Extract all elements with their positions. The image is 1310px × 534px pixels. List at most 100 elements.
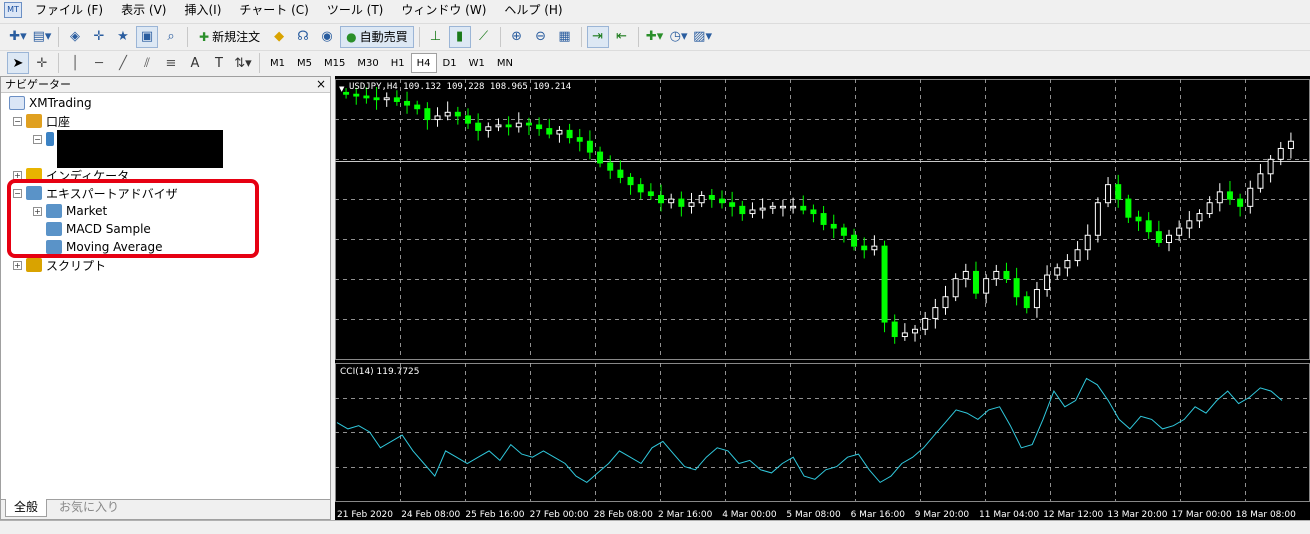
- navigator-toggle-icon[interactable]: ★: [112, 26, 134, 48]
- arrows-icon[interactable]: ⇅▾: [232, 52, 254, 74]
- collapse-icon[interactable]: −: [13, 188, 22, 198]
- collapse-icon[interactable]: −: [33, 134, 42, 144]
- time-axis-label: 25 Feb 16:00: [465, 510, 524, 520]
- new-chart-icon[interactable]: ✚▾: [7, 26, 29, 48]
- bear-candle: [1237, 198, 1244, 207]
- expand-icon[interactable]: +: [33, 206, 42, 216]
- zoom-in-icon[interactable]: ⊕: [506, 26, 528, 48]
- bear-candle: [546, 128, 553, 135]
- tree-accounts[interactable]: − 口座: [13, 112, 70, 130]
- time-axis-label: 4 Mar 00:00: [722, 510, 777, 520]
- menu-chart[interactable]: チャート (C): [230, 0, 317, 20]
- menu-insert[interactable]: 挿入(I): [175, 0, 230, 20]
- bull-candle: [942, 296, 949, 309]
- accounts-icon: [26, 114, 42, 128]
- candlestick-icon[interactable]: ▮: [448, 25, 471, 48]
- timeframe-m30[interactable]: M30: [351, 53, 384, 73]
- cursor-icon[interactable]: ➤: [7, 52, 29, 74]
- bear-candle: [454, 111, 461, 117]
- menu-file[interactable]: ファイル (F): [26, 0, 112, 20]
- expand-icon[interactable]: +: [13, 170, 22, 180]
- timeframe-m1[interactable]: M1: [264, 53, 291, 73]
- equidistant-channel-icon[interactable]: ⫽: [136, 52, 158, 74]
- timeframe-h1[interactable]: H1: [385, 53, 411, 73]
- options-icon[interactable]: ◉: [316, 26, 338, 48]
- chart-canvas[interactable]: 21 Feb 2020 24 Feb 08:00 25 Feb 16:00 27 Fe…: [335, 76, 1310, 520]
- bull-candle: [932, 307, 939, 319]
- tree-expert-market[interactable]: + Market: [33, 202, 107, 220]
- time-axis-label: 28 Feb 08:00: [594, 510, 653, 520]
- chart-window[interactable]: 21 Feb 2020 24 Feb 08:00 25 Feb 16:00 27 Fe…: [335, 76, 1310, 520]
- text-label-icon[interactable]: T: [208, 52, 230, 74]
- trendline-icon[interactable]: ╱: [112, 52, 134, 74]
- profiles-icon[interactable]: ▤▾: [31, 26, 53, 48]
- bear-candle: [718, 198, 725, 204]
- bull-candle: [1186, 220, 1193, 229]
- fibonacci-icon[interactable]: ≡: [160, 52, 182, 74]
- tab-general[interactable]: 全般: [5, 499, 48, 517]
- tile-windows-icon[interactable]: ▦: [554, 26, 576, 48]
- horizontal-line-icon[interactable]: ─: [88, 52, 110, 74]
- collapse-icon[interactable]: −: [13, 116, 22, 126]
- menu-bar: MT ファイル (F) 表示 (V) 挿入(I) チャート (C) ツール (T…: [0, 0, 1310, 20]
- text-icon[interactable]: A: [184, 52, 206, 74]
- bear-candle: [972, 270, 979, 294]
- expand-icon[interactable]: +: [13, 260, 22, 270]
- bull-candle: [1216, 191, 1223, 204]
- bear-candle: [393, 97, 400, 102]
- line-chart-icon[interactable]: ⟋: [473, 26, 495, 48]
- tree-account-item[interactable]: −: [33, 130, 58, 148]
- menu-help[interactable]: ヘルプ (H): [495, 0, 571, 20]
- crosshair-icon[interactable]: ✛: [31, 52, 53, 74]
- timeframe-h4[interactable]: H4: [410, 53, 437, 73]
- auto-scroll-icon[interactable]: ⇥: [586, 25, 609, 48]
- bar-chart-icon[interactable]: ⊥: [425, 26, 447, 48]
- bear-candle: [891, 321, 898, 338]
- menu-tools[interactable]: ツール (T): [318, 0, 393, 20]
- tree-scripts[interactable]: + スクリプト: [13, 256, 106, 274]
- metaeditor-icon[interactable]: ◆: [268, 26, 290, 48]
- timeframe-d1[interactable]: D1: [437, 53, 463, 73]
- tree-expert-moving-average[interactable]: Moving Average: [46, 238, 162, 256]
- data-window-icon[interactable]: ✛: [88, 26, 110, 48]
- bull-candle: [668, 198, 675, 204]
- bear-candle: [464, 115, 471, 124]
- timeframe-w1[interactable]: W1: [463, 53, 491, 73]
- new-order-button[interactable]: ✚ 新規注文: [193, 26, 266, 48]
- cci-line: [336, 377, 1283, 484]
- templates-icon[interactable]: ▨▾: [692, 26, 714, 48]
- expert-advisor-folder-icon: [26, 186, 42, 200]
- tree-expert-macd[interactable]: MACD Sample: [46, 220, 151, 238]
- auto-trading-button[interactable]: ● 自動売買: [340, 25, 414, 48]
- timeframe-mn[interactable]: MN: [491, 53, 519, 73]
- toolbar-separator: [259, 53, 260, 73]
- timeframe-m15[interactable]: M15: [318, 53, 351, 73]
- menu-window[interactable]: ウィンドウ (W): [392, 0, 495, 20]
- expert-item-label: Moving Average: [66, 240, 163, 254]
- bull-candle: [1176, 227, 1183, 236]
- time-axis-label: 12 Mar 12:00: [1043, 510, 1103, 520]
- zoom-out-icon[interactable]: ⊖: [530, 26, 552, 48]
- market-watch-icon[interactable]: ◈: [64, 26, 86, 48]
- cci-label: CCI(14) 119.7725: [340, 367, 420, 377]
- tab-favorites[interactable]: お気に入り: [51, 499, 127, 517]
- tree-experts[interactable]: − エキスパートアドバイザ: [13, 184, 178, 202]
- bear-candle: [678, 198, 685, 207]
- signals-icon[interactable]: ☊: [292, 26, 314, 48]
- chart-menu-triangle-icon[interactable]: ▼: [339, 85, 344, 93]
- timeframe-m5[interactable]: M5: [291, 53, 318, 73]
- bear-candle: [647, 191, 654, 196]
- toolbar-separator: [58, 26, 59, 47]
- bear-candle: [1115, 184, 1122, 200]
- vertical-line-icon[interactable]: │: [64, 52, 86, 74]
- terminal-icon[interactable]: ▣: [136, 25, 158, 48]
- bull-candle: [1033, 289, 1040, 309]
- menu-view[interactable]: 表示 (V): [112, 0, 175, 20]
- tree-root[interactable]: XMTrading: [9, 94, 92, 112]
- chart-shift-icon[interactable]: ⇤: [611, 26, 633, 48]
- periods-icon[interactable]: ◷▾: [668, 26, 690, 48]
- tester-icon[interactable]: ⌕: [160, 26, 182, 48]
- close-icon[interactable]: ×: [316, 77, 326, 92]
- tree-indicators[interactable]: + インディケータ: [13, 166, 129, 184]
- indicators-icon[interactable]: ✚▾: [644, 26, 666, 48]
